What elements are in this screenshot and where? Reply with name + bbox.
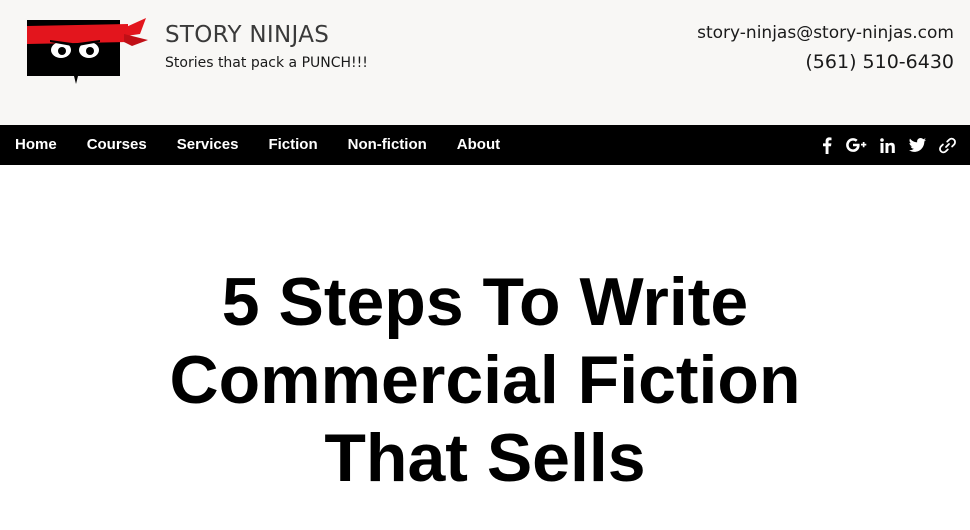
- nav-item-about[interactable]: About: [442, 125, 515, 165]
- article-title-line: Commercial Fiction: [169, 342, 801, 418]
- google-plus-link[interactable]: [846, 134, 868, 156]
- contact-phone: (561) 510-6430: [805, 51, 954, 73]
- site-tagline: Stories that pack a PUNCH!!!: [165, 55, 368, 71]
- social-links: [816, 125, 958, 165]
- copy-link[interactable]: [936, 134, 958, 156]
- site-header: STORY NINJAS Stories that pack a PUNCH!!…: [0, 0, 970, 125]
- nav-item-home[interactable]: Home: [0, 125, 72, 165]
- twitter-link[interactable]: [906, 134, 928, 156]
- facebook-link[interactable]: [816, 134, 838, 156]
- brand-name[interactable]: STORY NINJAS: [165, 22, 329, 48]
- facebook-icon: [823, 136, 832, 154]
- twitter-icon: [908, 138, 926, 152]
- nav-item-courses[interactable]: Courses: [72, 125, 162, 165]
- main-navigation: Home Courses Services Fiction Non-fictio…: [0, 125, 970, 165]
- site-logo[interactable]: [24, 16, 150, 88]
- nav-menu: Home Courses Services Fiction Non-fictio…: [0, 125, 515, 165]
- contact-email-link[interactable]: story-ninjas@story-ninjas.com: [697, 23, 954, 43]
- article-title-line: 5 Steps To Write: [221, 264, 749, 340]
- nav-item-non-fiction[interactable]: Non-fiction: [333, 125, 442, 165]
- ninja-book-logo-icon: [27, 18, 148, 84]
- link-icon: [938, 137, 956, 153]
- nav-item-services[interactable]: Services: [162, 125, 254, 165]
- main-content: 5 Steps To Write Commercial Fiction That…: [0, 165, 970, 530]
- article-title: 5 Steps To Write Commercial Fiction That…: [60, 263, 910, 497]
- article-title-line: That Sells: [324, 420, 646, 496]
- linkedin-icon: [879, 137, 895, 153]
- nav-item-fiction[interactable]: Fiction: [253, 125, 332, 165]
- linkedin-link[interactable]: [876, 134, 898, 156]
- google-plus-icon: [846, 138, 867, 152]
